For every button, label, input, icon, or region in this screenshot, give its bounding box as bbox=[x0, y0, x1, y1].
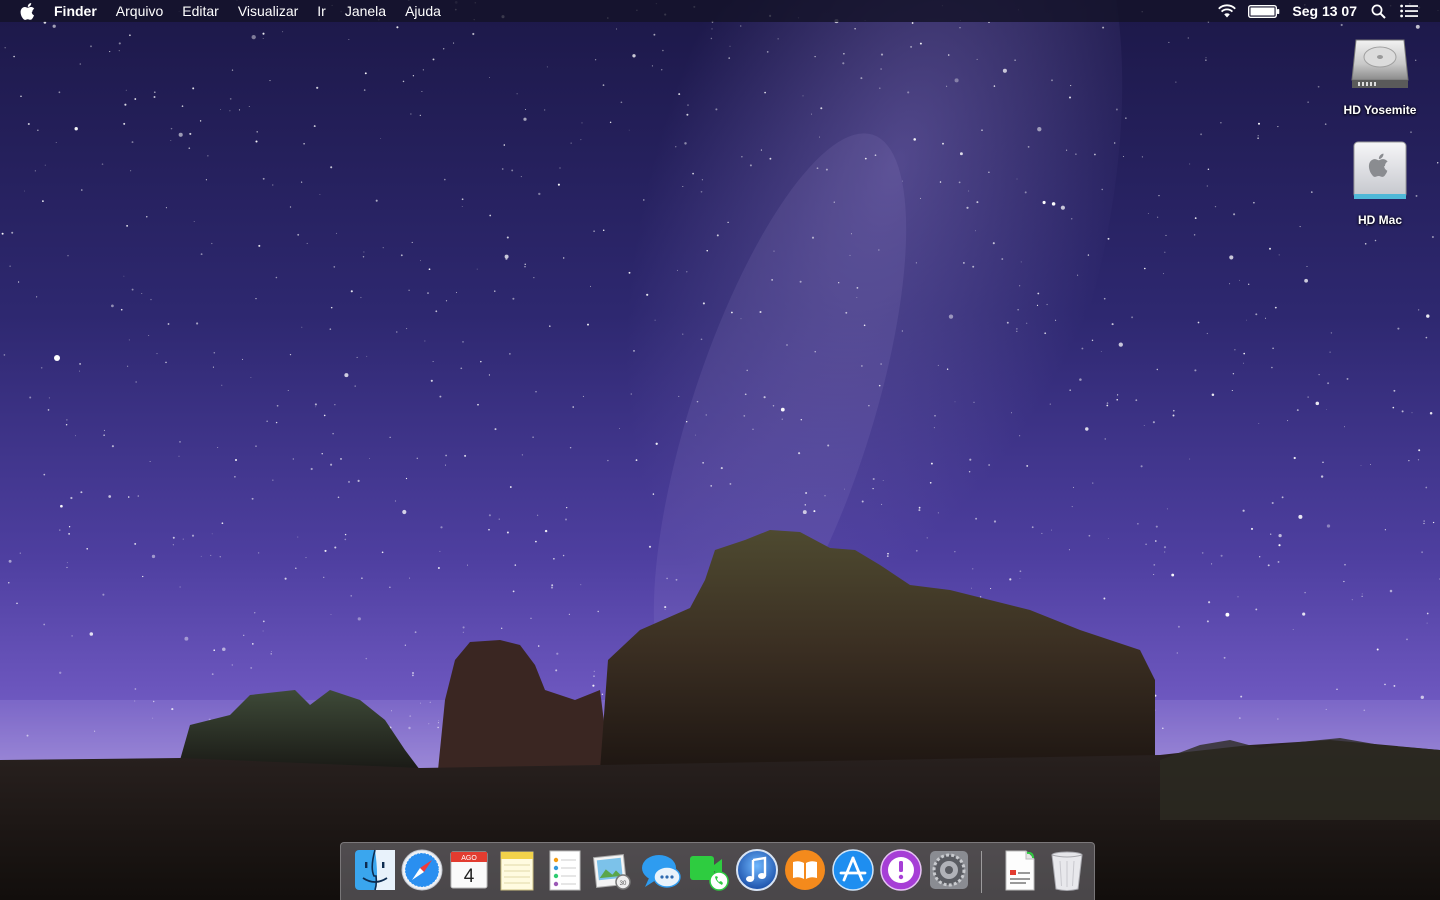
dock-item-reminders[interactable] bbox=[543, 848, 587, 892]
finder-icon bbox=[355, 849, 395, 891]
document-icon bbox=[1005, 850, 1035, 891]
dock-item-notes[interactable] bbox=[495, 848, 539, 892]
itunes-icon bbox=[736, 849, 778, 891]
menu-clock[interactable]: Seg 13 07 bbox=[1292, 0, 1357, 22]
battery-icon[interactable] bbox=[1248, 0, 1280, 22]
notification-center-icon[interactable] bbox=[1400, 0, 1418, 22]
apple-menu-icon[interactable] bbox=[18, 0, 36, 22]
dock-separator bbox=[981, 851, 982, 893]
dock-item-finder[interactable] bbox=[353, 848, 397, 892]
messages-icon bbox=[642, 855, 681, 888]
feedback-assistant-icon bbox=[880, 849, 922, 891]
app-store-icon bbox=[832, 849, 874, 891]
dock-item-preview[interactable]: 30 bbox=[590, 848, 634, 892]
menu-editar[interactable]: Editar bbox=[182, 0, 219, 22]
preview-icon: 30 bbox=[592, 853, 631, 890]
dock-item-safari[interactable] bbox=[400, 848, 444, 892]
svg-text:30: 30 bbox=[620, 881, 627, 887]
dock-item-trash[interactable] bbox=[1045, 848, 1089, 892]
system-preferences-icon bbox=[930, 851, 968, 889]
ibooks-icon bbox=[785, 850, 825, 890]
menu-visualizar[interactable]: Visualizar bbox=[238, 0, 298, 22]
dock-item-messages[interactable] bbox=[639, 848, 683, 892]
calendar-icon: AGO 4 bbox=[450, 851, 488, 889]
desktop-icon-label: HD Yosemite bbox=[1343, 103, 1417, 117]
calendar-day: 4 bbox=[464, 866, 475, 887]
menu-arquivo[interactable]: Arquivo bbox=[116, 0, 163, 22]
dock: AGO 4 30 bbox=[340, 842, 1095, 900]
menu-ajuda[interactable]: Ajuda bbox=[405, 0, 441, 22]
menu-finder[interactable]: Finder bbox=[54, 0, 97, 22]
hard-drive-icon bbox=[1351, 39, 1409, 88]
desktop-icon-hd-yosemite[interactable]: HD Yosemite bbox=[1330, 30, 1430, 117]
calendar-month: AGO bbox=[461, 855, 477, 862]
wallpaper bbox=[0, 0, 1440, 900]
trash-icon bbox=[1051, 851, 1083, 891]
dock-item-ibooks[interactable] bbox=[783, 848, 827, 892]
wifi-icon[interactable] bbox=[1217, 0, 1237, 22]
desktop[interactable]: Finder Arquivo Editar Visualizar Ir Jane… bbox=[0, 0, 1440, 900]
reminders-icon bbox=[549, 850, 581, 891]
menu-janela[interactable]: Janela bbox=[345, 0, 386, 22]
safari-icon bbox=[401, 849, 443, 891]
menu-ir[interactable]: Ir bbox=[317, 0, 326, 22]
desktop-icon-label: HD Mac bbox=[1357, 213, 1402, 227]
dock-item-feedback-assistant[interactable] bbox=[879, 848, 923, 892]
apple-drive-icon bbox=[1353, 141, 1407, 199]
facetime-icon bbox=[690, 856, 729, 891]
menu-bar: Finder Arquivo Editar Visualizar Ir Jane… bbox=[0, 0, 1440, 22]
dock-item-document[interactable] bbox=[997, 848, 1041, 892]
notes-icon bbox=[500, 851, 534, 891]
dock-item-itunes[interactable] bbox=[735, 848, 779, 892]
dock-item-calendar[interactable]: AGO 4 bbox=[447, 848, 491, 892]
dock-item-facetime[interactable] bbox=[687, 848, 731, 892]
spotlight-search-icon[interactable] bbox=[1371, 0, 1386, 22]
dock-item-system-preferences[interactable] bbox=[927, 848, 971, 892]
desktop-icon-hd-mac[interactable]: HD Mac bbox=[1330, 140, 1430, 227]
dock-item-app-store[interactable] bbox=[831, 848, 875, 892]
